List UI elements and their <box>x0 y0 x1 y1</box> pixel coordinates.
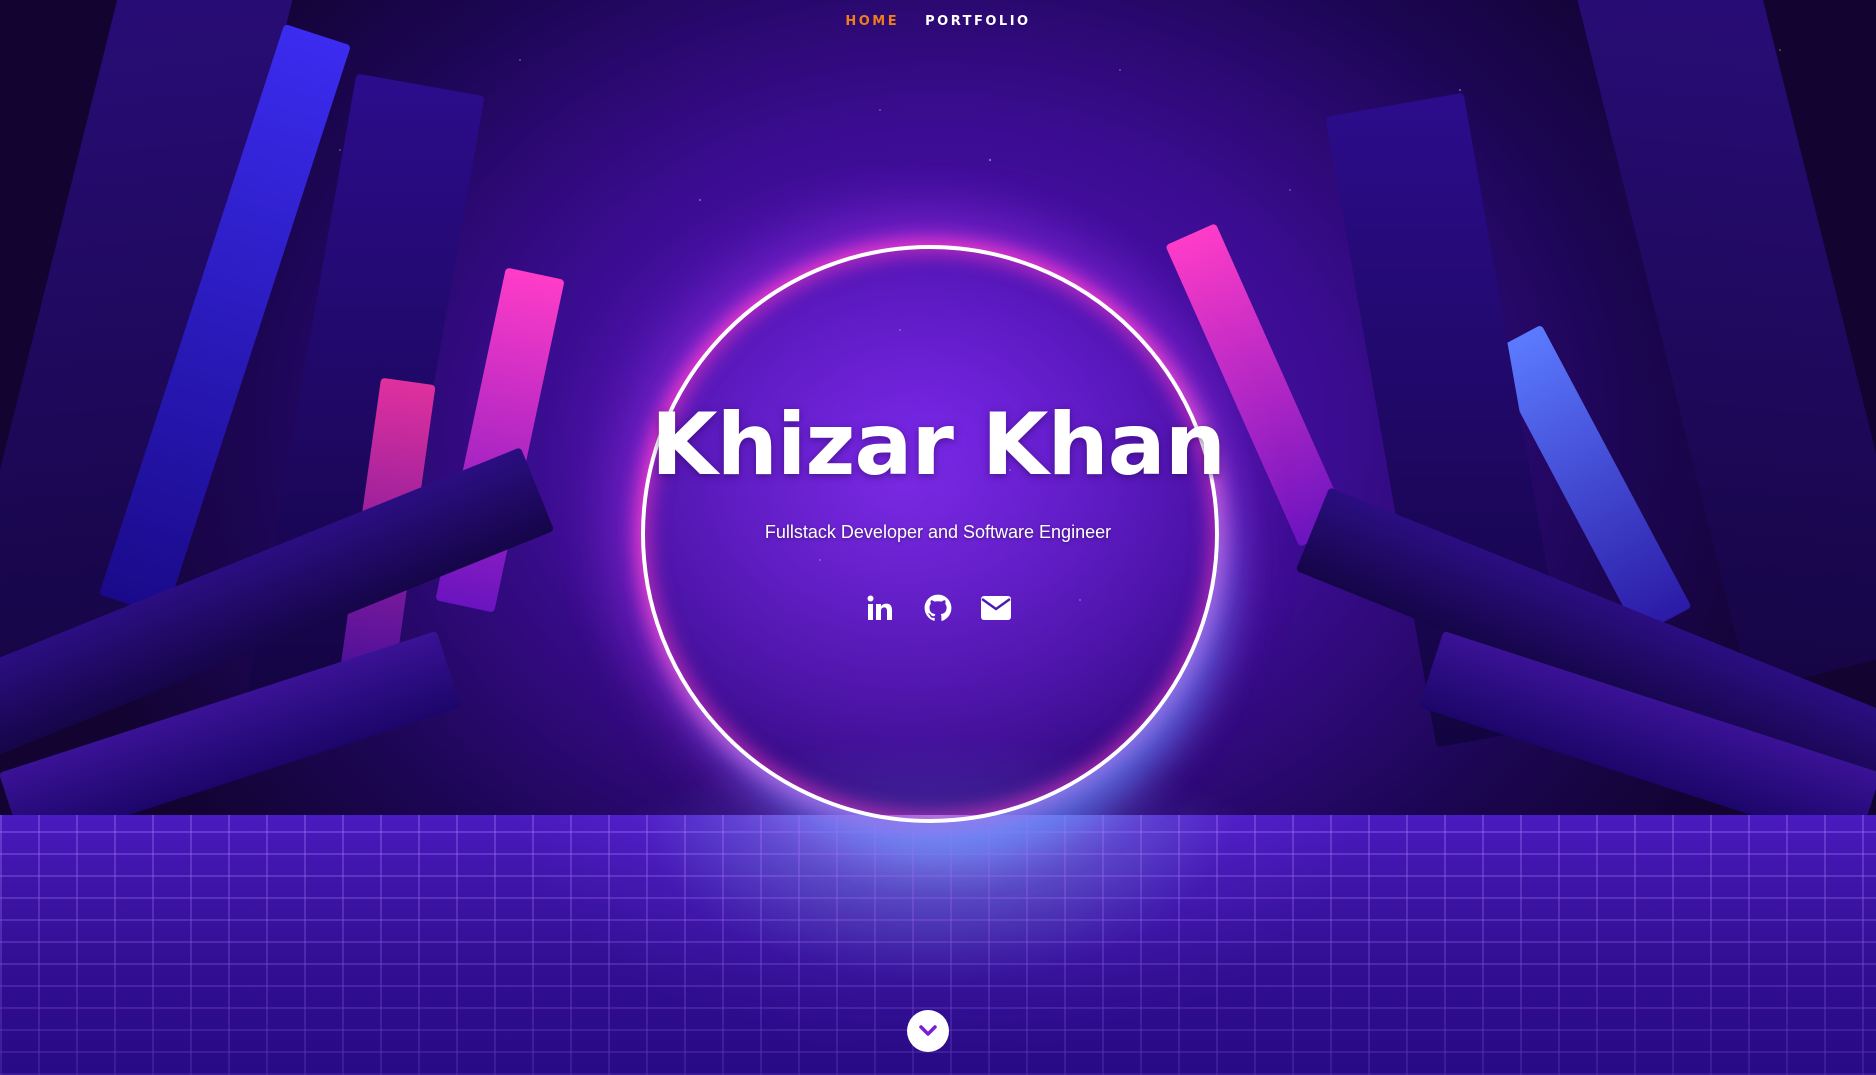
nav-item-home[interactable]: HOME <box>845 14 899 29</box>
chevron-down-icon <box>919 1025 937 1036</box>
linkedin-icon[interactable] <box>864 592 896 624</box>
social-links <box>0 592 1876 624</box>
hero-section: HOME PORTFOLIO Khizar Khan Fullstack Dev… <box>0 0 1876 1075</box>
scroll-down-button[interactable] <box>907 1010 949 1052</box>
envelope-icon[interactable] <box>980 592 1012 624</box>
top-nav: HOME PORTFOLIO <box>0 14 1876 29</box>
hero-tagline: Fullstack Developer and Software Enginee… <box>764 522 1112 542</box>
hero-name: Khizar Khan <box>651 395 1226 495</box>
nav-item-portfolio[interactable]: PORTFOLIO <box>925 14 1030 29</box>
github-icon[interactable] <box>922 592 954 624</box>
